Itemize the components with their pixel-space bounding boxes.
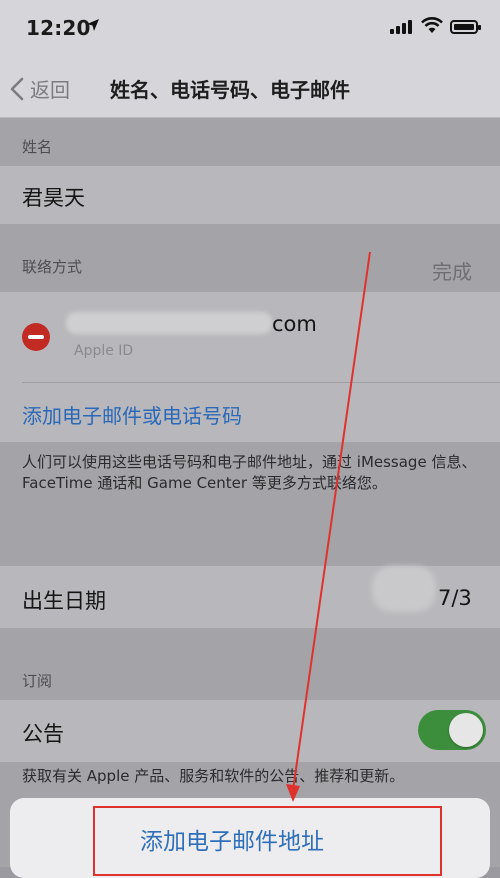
birthday-value: 7/3	[438, 586, 472, 610]
add-email-or-phone-link[interactable]: 添加电子邮件或电话号码	[22, 400, 242, 429]
birthday-label: 出生日期	[22, 589, 106, 613]
cellular-signal-icon	[390, 20, 414, 34]
name-section-label: 姓名	[22, 138, 53, 156]
contact-section-label: 联络方式	[22, 258, 83, 276]
subscription-footer-text: 获取有关 Apple 产品、服务和软件的公告、推荐和更新。	[22, 767, 405, 785]
chevron-left-icon	[10, 77, 24, 100]
back-button[interactable]: 返回	[10, 74, 70, 103]
birthday-redacted	[372, 566, 436, 612]
back-label: 返回	[30, 78, 70, 102]
email-redacted	[66, 312, 272, 334]
subscription-section-header	[0, 628, 500, 700]
name-value: 君昊天	[22, 186, 85, 210]
page-title: 姓名、电话号码、电子邮件	[110, 78, 350, 102]
announcements-toggle[interactable]	[418, 710, 486, 750]
wifi-icon	[421, 17, 443, 33]
done-button[interactable]: 完成	[432, 256, 472, 285]
email-type-label: Apple ID	[74, 343, 134, 359]
status-time: 12:20	[26, 16, 91, 40]
annotation-highlight-box	[93, 806, 442, 876]
location-icon	[87, 19, 99, 31]
email-value: com	[272, 312, 317, 336]
toggle-knob	[449, 713, 483, 747]
delete-icon[interactable]	[22, 323, 50, 351]
subscription-section-label: 订阅	[22, 672, 53, 690]
divider	[22, 382, 500, 383]
battery-icon	[450, 20, 481, 34]
announcements-label: 公告	[22, 722, 64, 746]
name-section-header	[0, 118, 500, 166]
contact-footer-text: 人们可以使用这些电话号码和电子邮件地址，通过 iMessage 信息、FaceT…	[22, 453, 477, 492]
